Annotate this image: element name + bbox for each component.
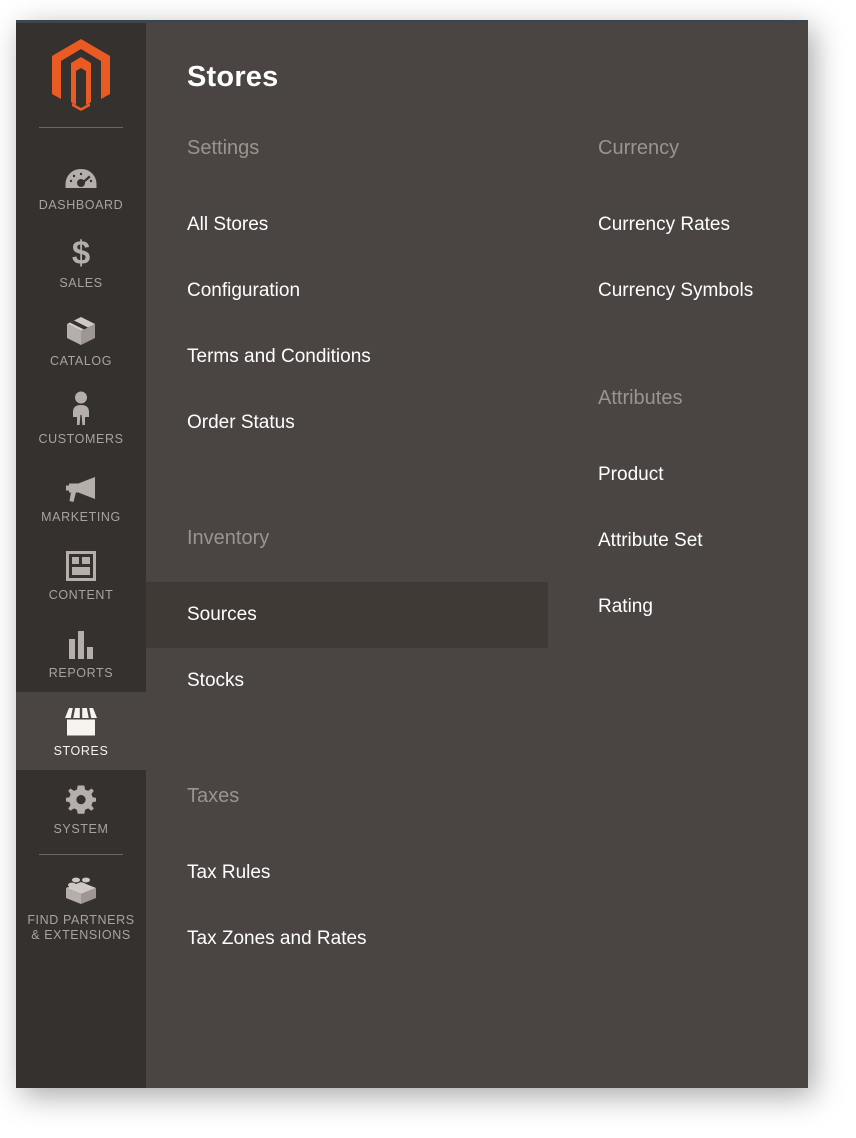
group-settings: Settings All Stores Configuration Terms … [146,136,548,456]
gear-icon [66,781,96,815]
find-partners-line-1: Find Partners [27,913,134,927]
dashboard-gauge-icon [65,157,97,191]
sidebar-item-content[interactable]: Content [16,536,146,614]
menu-link-configuration[interactable]: Configuration [146,258,548,324]
sidebar-item-label: Marketing [41,510,121,525]
menu-link-terms-and-conditions[interactable]: Terms and Conditions [146,324,548,390]
bar-chart-icon [67,625,95,659]
layout-page-icon [66,547,96,581]
menu-link-product[interactable]: Product [566,442,808,508]
lego-brick-icon [64,872,98,906]
sidebar: Dashboard $ Sales Catalog [16,23,146,1088]
page-title: Stores [146,23,808,94]
menu-link-tax-zones-and-rates[interactable]: Tax Zones and Rates [146,906,548,972]
sidebar-item-find-partners[interactable]: Find Partners & Extensions [16,861,146,954]
menu-link-order-status[interactable]: Order Status [146,390,548,456]
group-spacer [566,324,808,386]
group-heading-taxes: Taxes [146,784,548,808]
sidebar-item-reports[interactable]: Reports [16,614,146,692]
menu-link-rating[interactable]: Rating [566,574,808,640]
group-attributes: Attributes Product Attribute Set Rating [566,386,808,640]
svg-text:$: $ [72,235,90,269]
menu-link-currency-rates[interactable]: Currency Rates [566,192,808,258]
group-heading-attributes: Attributes [566,386,808,410]
menu-link-all-stores[interactable]: All Stores [146,192,548,258]
sidebar-item-label: Sales [59,276,102,291]
menu-link-stocks[interactable]: Stocks [146,648,548,714]
person-icon [69,391,93,425]
group-heading-currency: Currency [566,136,808,160]
main-panel: Stores Settings All Stores Configuration… [146,23,808,1088]
admin-window: Dashboard $ Sales Catalog [16,20,808,1088]
logo-divider [39,127,123,128]
sidebar-item-label: System [54,822,109,837]
sidebar-item-sales[interactable]: $ Sales [16,224,146,302]
menu-link-attribute-set[interactable]: Attribute Set [566,508,808,574]
group-heading-settings: Settings [146,136,548,160]
storefront-icon [63,703,99,737]
group-taxes: Taxes Tax Rules Tax Zones and Rates [146,784,548,972]
sidebar-item-stores[interactable]: Stores [16,692,146,770]
sidebar-item-marketing[interactable]: Marketing [16,458,146,536]
sidebar-item-label: Content [49,588,114,603]
sidebar-item-label: Stores [54,744,109,759]
sidebar-item-system[interactable]: System [16,770,146,848]
sidebar-item-label: Find Partners & Extensions [27,913,134,943]
sidebar-item-label: Customers [38,432,123,447]
sidebar-item-dashboard[interactable]: Dashboard [16,146,146,224]
group-spacer [146,714,548,784]
sidebar-item-label: Dashboard [39,198,124,213]
group-heading-inventory: Inventory [146,526,548,550]
dollar-sign-icon: $ [68,235,94,269]
menu-link-tax-rules[interactable]: Tax Rules [146,840,548,906]
group-currency: Currency Currency Rates Currency Symbols [566,136,808,324]
sidebar-item-customers[interactable]: Customers [16,380,146,458]
menu-link-currency-symbols[interactable]: Currency Symbols [566,258,808,324]
group-inventory: Inventory Sources Stocks [146,526,548,714]
group-spacer [146,456,548,526]
sidebar-item-catalog[interactable]: Catalog [16,302,146,380]
magento-logo[interactable] [16,23,146,127]
sidebar-item-label: Catalog [50,354,112,369]
menu-columns: Settings All Stores Configuration Terms … [146,136,808,972]
left-menu-column: Settings All Stores Configuration Terms … [146,136,548,972]
box-package-icon [65,313,97,347]
system-divider [39,854,123,855]
sidebar-item-label: Reports [49,666,113,681]
right-menu-column: Currency Currency Rates Currency Symbols… [548,136,808,972]
menu-link-sources[interactable]: Sources [146,582,548,648]
find-partners-line-2: & Extensions [31,928,131,942]
megaphone-icon [65,469,97,503]
